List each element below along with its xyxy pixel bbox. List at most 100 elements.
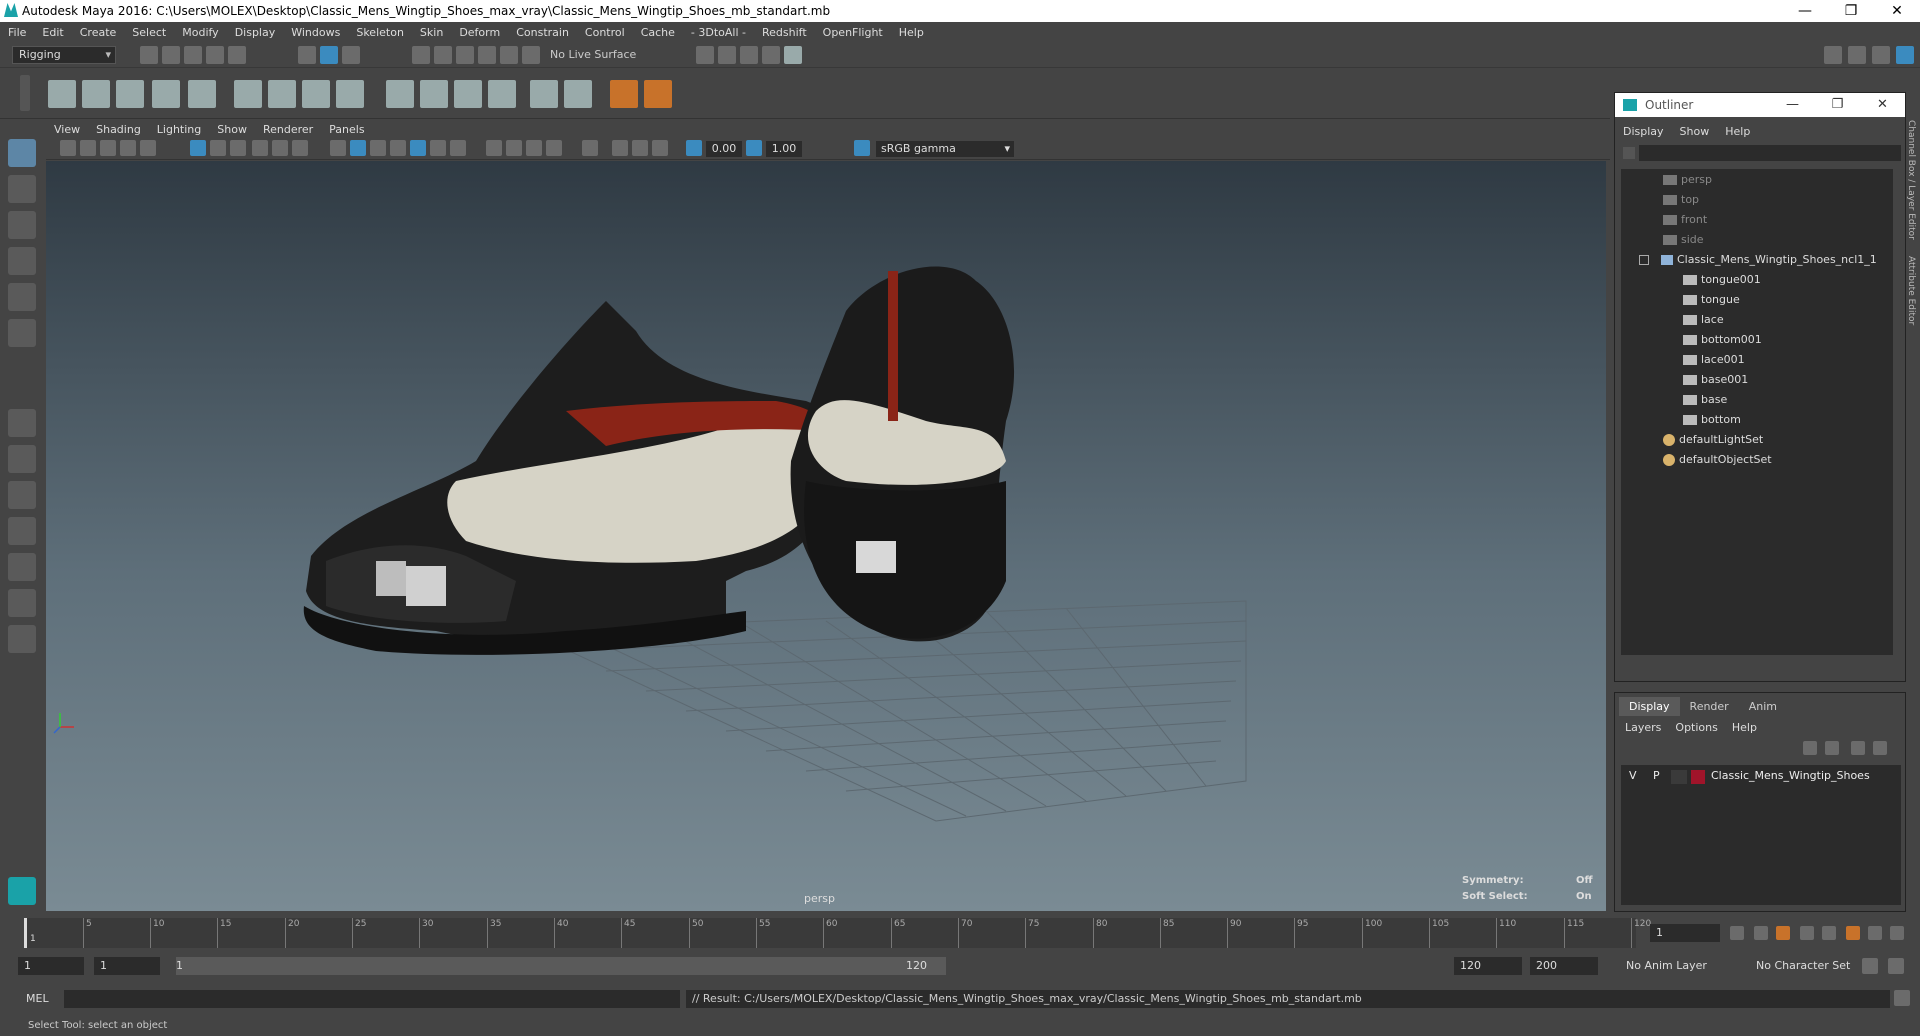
animation-end-field[interactable]: 200 <box>1530 957 1598 975</box>
menu-redshift[interactable]: Redshift <box>754 26 815 39</box>
close-button[interactable]: ✕ <box>1874 0 1920 22</box>
snap-grid-icon[interactable] <box>412 46 430 64</box>
new-scene-icon[interactable] <box>140 46 158 64</box>
pole-vector-icon[interactable] <box>530 80 558 108</box>
outliner-item-base001[interactable]: base001 <box>1683 371 1748 389</box>
character-set-dropdown[interactable]: No Character Set <box>1750 957 1856 975</box>
mode-selector[interactable]: Rigging <box>12 46 116 64</box>
menu-openflight[interactable]: OpenFlight <box>815 26 891 39</box>
current-frame-field[interactable]: 1 <box>1650 924 1720 942</box>
menu-help[interactable]: Help <box>891 26 932 39</box>
film-gate-icon[interactable] <box>210 140 226 156</box>
animation-start-field[interactable]: 1 <box>18 957 84 975</box>
lights-icon[interactable] <box>430 140 446 156</box>
locator-icon[interactable] <box>610 80 638 108</box>
outliner-menu-show[interactable]: Show <box>1680 125 1710 138</box>
lattice-icon[interactable] <box>302 80 330 108</box>
wireframe-on-shaded-icon[interactable] <box>370 140 386 156</box>
animation-preferences-icon[interactable] <box>1888 958 1904 974</box>
mirror-joint-icon[interactable] <box>188 80 216 108</box>
script-language-label[interactable]: MEL <box>26 992 49 1005</box>
maximize-button[interactable]: ❐ <box>1828 0 1874 22</box>
go-to-start-icon[interactable] <box>1730 926 1744 940</box>
tab-render[interactable]: Render <box>1680 697 1739 716</box>
playback-start-field[interactable]: 1 <box>94 957 160 975</box>
channel-box-toggle-icon[interactable] <box>1896 46 1914 64</box>
layer-display-type[interactable] <box>1671 770 1687 784</box>
filter-icon[interactable] <box>1623 147 1635 159</box>
redo-icon[interactable] <box>228 46 246 64</box>
play-forwards-icon[interactable] <box>1822 926 1836 940</box>
modeling-toolkit-icon[interactable] <box>1824 46 1842 64</box>
rotate-tool-icon[interactable] <box>8 283 36 311</box>
2d-pan-zoom-icon[interactable] <box>140 140 156 156</box>
step-back-key-icon[interactable] <box>1754 926 1768 940</box>
playback-end-field[interactable]: 120 <box>1454 957 1522 975</box>
side-by-side-layout-icon[interactable] <box>8 481 36 509</box>
menu-windows[interactable]: Windows <box>283 26 348 39</box>
outliner-item-group[interactable]: Classic_Mens_Wingtip_Shoes_ncl1_1 <box>1639 251 1877 269</box>
color-space-dropdown[interactable]: sRGB gamma <box>876 141 1014 157</box>
vp-menu-shading[interactable]: Shading <box>88 123 149 136</box>
resolution-gate-icon[interactable] <box>230 140 246 156</box>
exposure-field[interactable]: 0.00 <box>706 141 742 157</box>
xray-joints-icon[interactable] <box>612 140 628 156</box>
outliner-menu-help[interactable]: Help <box>1725 125 1750 138</box>
bookmark-icon[interactable] <box>100 140 116 156</box>
attribute-editor-toggle-icon[interactable] <box>1848 46 1866 64</box>
vp-menu-view[interactable]: View <box>46 123 88 136</box>
scale-constraint-icon[interactable] <box>564 80 592 108</box>
menu-deform[interactable]: Deform <box>451 26 508 39</box>
snap-view-icon[interactable] <box>478 46 496 64</box>
play-backwards-icon[interactable] <box>1800 926 1814 940</box>
shadows-icon[interactable] <box>450 140 466 156</box>
menu-edit[interactable]: Edit <box>34 26 71 39</box>
outliner-menu-display[interactable]: Display <box>1623 125 1664 138</box>
menu-control[interactable]: Control <box>577 26 633 39</box>
outliner-close-button[interactable]: ✕ <box>1860 93 1905 117</box>
select-component-icon[interactable] <box>342 46 360 64</box>
grid-toggle-icon[interactable] <box>190 140 206 156</box>
ambient-occlusion-icon[interactable] <box>486 140 502 156</box>
bind-skin-icon[interactable] <box>234 80 262 108</box>
ik-spline-icon[interactable] <box>116 80 144 108</box>
tool-settings-toggle-icon[interactable] <box>1872 46 1890 64</box>
render-view-icon[interactable] <box>696 46 714 64</box>
perspective-viewport[interactable]: Symmetry: Off Soft Select: On persp <box>46 161 1606 911</box>
lasso-tool-icon[interactable] <box>8 175 36 203</box>
go-to-end-icon[interactable] <box>1890 926 1904 940</box>
ipr-render-icon[interactable] <box>740 46 758 64</box>
set-driven-key-icon[interactable] <box>644 80 672 108</box>
outliner-item-default-object-set[interactable]: defaultObjectSet <box>1663 451 1772 469</box>
layer-visibility-toggle[interactable]: V <box>1629 769 1637 782</box>
xray-active-icon[interactable] <box>632 140 648 156</box>
select-object-icon[interactable] <box>320 46 338 64</box>
outliner-minimize-button[interactable]: — <box>1770 93 1815 117</box>
move-tool-icon[interactable] <box>8 247 36 275</box>
textured-icon[interactable] <box>410 140 426 156</box>
hypershade-layout-icon[interactable] <box>8 589 36 617</box>
select-tool-icon[interactable] <box>8 139 36 167</box>
snap-surface-icon[interactable] <box>500 46 518 64</box>
hypershade-icon[interactable] <box>784 46 802 64</box>
tab-anim[interactable]: Anim <box>1739 697 1787 716</box>
layer-name[interactable]: Classic_Mens_Wingtip_Shoes <box>1711 769 1870 782</box>
step-forward-key-icon[interactable] <box>1868 926 1882 940</box>
ik-handle-icon[interactable] <box>82 80 110 108</box>
open-scene-icon[interactable] <box>162 46 180 64</box>
minimize-button[interactable]: — <box>1782 0 1828 22</box>
snap-curve-icon[interactable] <box>434 46 452 64</box>
outliner-item-side[interactable]: side <box>1663 231 1704 249</box>
menu-file[interactable]: File <box>0 26 34 39</box>
menu-modify[interactable]: Modify <box>174 26 226 39</box>
outliner-item-base[interactable]: base <box>1683 391 1727 409</box>
outliner-persp-layout-icon[interactable] <box>8 517 36 545</box>
channel-box-tab[interactable]: Channel Box / Layer Editor <box>1906 120 1916 240</box>
layer-row[interactable]: V P Classic_Mens_Wingtip_Shoes <box>1625 769 1895 785</box>
camera-attributes-icon[interactable] <box>80 140 96 156</box>
save-scene-icon[interactable] <box>184 46 202 64</box>
range-slider[interactable]: 1 120 <box>176 957 946 975</box>
script-editor-icon[interactable] <box>1894 990 1910 1006</box>
field-chart-icon[interactable] <box>272 140 288 156</box>
single-pane-layout-icon[interactable] <box>8 409 36 437</box>
